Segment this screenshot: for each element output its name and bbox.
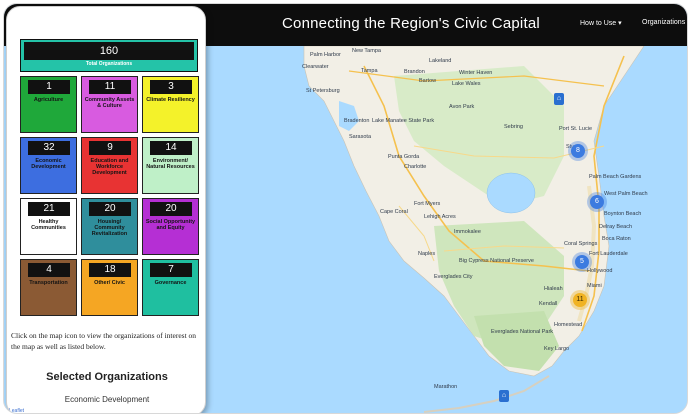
city-label: Big Cypress National Preserve (459, 258, 534, 264)
category-tile-environment[interactable]: 14 Environment/ Natural Resources (142, 137, 199, 194)
category-tile-other-civic[interactable]: 18 Other/ Civic (81, 259, 138, 316)
category-tile-climate-resiliency[interactable]: 3 Climate Resiliency (142, 76, 199, 133)
categories-panel: 160 Total Organizations 1 Agriculture 11… (6, 6, 206, 413)
city-label: Avon Park (449, 104, 475, 110)
category-count: 11 (89, 80, 131, 94)
city-label: Key Largo (544, 346, 570, 352)
chevron-down-icon: ▾ (616, 20, 622, 27)
cluster-marker[interactable]: 6 (590, 195, 604, 209)
category-label: Education and Workforce Development (90, 158, 129, 176)
city-label: Winter Haven (459, 70, 493, 76)
cluster-marker[interactable]: 8 (571, 144, 585, 158)
city-label: Hialeah (544, 286, 563, 292)
selected-category-name: Economic Development (64, 395, 150, 404)
city-label: St Petersburg (306, 88, 340, 94)
category-count: 9 (89, 141, 131, 155)
how-to-use-menu[interactable]: How to Use ▾ (580, 19, 622, 27)
city-label: Punta Gorda (388, 154, 420, 160)
category-tile-governance[interactable]: 7 Governance (142, 259, 199, 316)
city-label: Boynton Beach (604, 211, 642, 217)
city-label: Tampa (361, 68, 378, 74)
city-label: Miami (587, 283, 602, 289)
leaflet-attribution-link[interactable]: Leaflet (9, 408, 24, 413)
city-label: Immokalee (454, 229, 481, 235)
city-label: Homestead (554, 322, 583, 328)
category-label: Climate Resiliency (146, 97, 195, 103)
cluster-marker[interactable]: 11 (573, 293, 587, 307)
category-tile-education[interactable]: 9 Education and Workforce Development (81, 137, 138, 194)
category-tile-economic-development[interactable]: 32 Economic Development (20, 137, 77, 194)
category-tile-transportation[interactable]: 4 Transportation (20, 259, 77, 316)
total-label: Total Organizations (85, 61, 133, 67)
city-label: Coral Springs (564, 241, 598, 247)
city-label: Bartow (419, 78, 437, 84)
building-icon[interactable]: ⌂ (499, 390, 509, 402)
city-label: West Palm Beach (604, 191, 648, 197)
category-count: 1 (28, 80, 70, 94)
category-label: Social Opportunity and Equity (145, 219, 196, 231)
category-label: Other/ Civic (94, 280, 125, 286)
category-tile-social-opportunity[interactable]: 20 Social Opportunity and Equity (142, 198, 199, 255)
category-count: 4 (28, 263, 70, 277)
city-label: Hollywood (587, 268, 613, 274)
city-label: Fort Lauderdale (589, 251, 628, 257)
city-label: Delray Beach (599, 224, 633, 230)
category-label: Governance (154, 280, 187, 286)
total-count: 160 (24, 42, 194, 60)
city-label: Cape Coral (380, 209, 408, 215)
instructions-text: Click on the map icon to view the organi… (11, 331, 197, 351)
city-label: Lehigh Acres (424, 214, 456, 220)
category-count: 3 (150, 80, 192, 94)
category-tile-healthy-communities[interactable]: 21 Healthy Communities (20, 198, 77, 255)
category-tile-housing[interactable]: 20 Housing/ Community Revitalization (81, 198, 138, 255)
category-count: 32 (28, 141, 70, 155)
city-label: Bradenton (344, 118, 370, 124)
category-count: 14 (150, 141, 192, 155)
city-label: Everglades City (434, 274, 473, 280)
category-count: 7 (150, 263, 192, 277)
page-title: Connecting the Region's Civic Capital (282, 15, 540, 32)
city-label: Charlotte (404, 164, 427, 170)
category-label: Transportation (29, 280, 68, 286)
category-label: Healthy Communities (31, 219, 66, 231)
city-label: Sarasota (349, 134, 372, 140)
city-label: Kendall (539, 301, 558, 307)
category-tile-agriculture[interactable]: 1 Agriculture (20, 76, 77, 133)
category-count: 21 (28, 202, 70, 216)
category-count: 18 (89, 263, 131, 277)
category-tile-community-assets[interactable]: 11 Community Assets & Culture (81, 76, 138, 133)
how-to-use-label: How to Use (580, 20, 617, 27)
city-label: Everglades National Park (491, 329, 554, 335)
total-organizations-tile[interactable]: 160 Total Organizations (20, 39, 198, 72)
category-label: Agriculture (33, 97, 64, 103)
city-label: Palm Harbor (310, 52, 341, 58)
city-label: Lake Wales (452, 81, 481, 87)
cluster-marker[interactable]: 5 (575, 255, 589, 269)
city-label: Clearwater (302, 64, 329, 70)
city-label: Boca Raton (602, 236, 631, 242)
city-label: New Tampa (352, 48, 381, 54)
city-label: Marathon (434, 384, 458, 390)
city-label: Lakeland (429, 58, 452, 64)
city-label: Naples (418, 251, 436, 257)
city-label: Lake Manatee State Park (372, 118, 435, 124)
city-label: Palm Beach Gardens (589, 174, 642, 180)
city-label: Port St. Lucie (559, 126, 593, 132)
city-label: Fort Myers (414, 201, 441, 207)
city-label: Sebring (504, 124, 523, 130)
category-label: Environment/ Natural Resources (146, 158, 195, 170)
city-label: Brandon (404, 69, 425, 75)
category-label: Economic Development (31, 158, 66, 170)
category-label: Housing/ Community Revitalization (91, 219, 128, 237)
category-label: Community Assets & Culture (84, 97, 135, 109)
app-window: Connecting the Region's Civic Capital Ho… (3, 3, 688, 414)
building-icon[interactable]: ⌂ (554, 93, 564, 105)
category-count: 20 (89, 202, 131, 216)
organizations-menu[interactable]: Organizations (642, 19, 685, 26)
selected-organizations-heading: Selected Organizations (46, 371, 168, 383)
category-count: 20 (150, 202, 192, 216)
